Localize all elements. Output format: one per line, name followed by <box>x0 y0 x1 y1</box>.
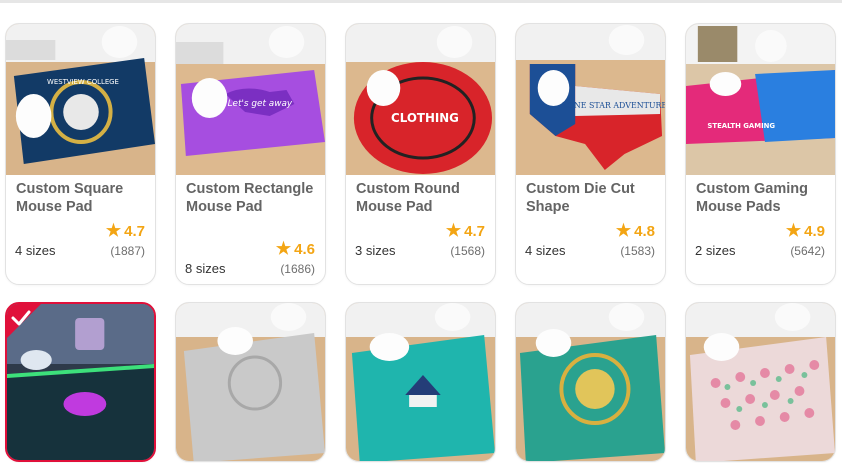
product-grid: WESTVIEW COLLEGE Custom Square Mouse Pad… <box>5 23 837 463</box>
product-card-gaming[interactable]: STEALTH GAMING Custom Gaming Mouse Pads … <box>685 23 836 285</box>
size-count: 3 sizes <box>355 243 396 258</box>
review-count: (1887) <box>110 244 145 258</box>
product-title[interactable]: Custom Gaming Mouse Pads <box>696 181 830 216</box>
star-icon: ★ <box>785 221 802 240</box>
selected-check-badge[interactable] <box>7 304 41 338</box>
product-image: CLOTHING <box>346 24 495 175</box>
product-rating: ★ 4.7 (1887) <box>105 221 145 258</box>
product-card-rgb-gaming[interactable] <box>5 302 156 462</box>
product-image: WESTVIEW COLLEGE <box>6 24 155 175</box>
review-count: (5642) <box>790 244 825 258</box>
product-image <box>176 303 325 461</box>
star-icon: ★ <box>615 221 632 240</box>
top-divider <box>0 0 842 3</box>
review-count: (1568) <box>450 244 485 258</box>
size-count: 8 sizes <box>185 261 226 276</box>
pad-text: CLOTHING <box>391 111 459 125</box>
star-icon: ★ <box>445 221 462 240</box>
product-title[interactable]: Custom Die Cut Shape <box>526 181 660 216</box>
product-image: LONE STAR ADVENTURE <box>516 24 665 175</box>
product-image: STEALTH GAMING <box>686 24 835 175</box>
pad-text: WESTVIEW COLLEGE <box>47 78 119 86</box>
product-rating: ★ 4.8 (1583) <box>615 221 655 258</box>
product-card-square[interactable]: WESTVIEW COLLEGE Custom Square Mouse Pad… <box>5 23 156 285</box>
product-card-round[interactable]: CLOTHING Custom Round Mouse Pad ★ 4.7 (15… <box>345 23 496 285</box>
product-title[interactable]: Custom Square Mouse Pad <box>16 181 150 216</box>
size-count: 4 sizes <box>15 243 56 258</box>
size-count: 4 sizes <box>525 243 566 258</box>
product-title[interactable]: Custom Round Mouse Pad <box>356 181 490 216</box>
product-card-teal[interactable] <box>345 302 496 462</box>
product-image <box>686 303 835 461</box>
product-rating: ★ 4.9 (5642) <box>785 221 825 258</box>
product-rating: ★ 4.7 (1568) <box>445 221 485 258</box>
star-icon: ★ <box>105 221 122 240</box>
product-card-gray[interactable] <box>175 302 326 462</box>
review-count: (1686) <box>280 262 315 276</box>
product-card-die-cut[interactable]: LONE STAR ADVENTURE Custom Die Cut Shape… <box>515 23 666 285</box>
product-card-rectangle[interactable]: Let's get away Custom Rectangle Mouse Pa… <box>175 23 326 285</box>
pad-text: STEALTH GAMING <box>707 122 775 130</box>
product-card-green-round[interactable] <box>515 302 666 462</box>
star-icon: ★ <box>275 239 292 258</box>
product-image: Let's get away <box>176 24 325 175</box>
product-image <box>516 303 665 461</box>
product-rating: ★ 4.6 (1686) <box>275 239 315 276</box>
product-title[interactable]: Custom Rectangle Mouse Pad <box>186 181 320 216</box>
product-card-pink-pattern[interactable] <box>685 302 836 462</box>
check-icon <box>7 304 41 338</box>
size-count: 2 sizes <box>695 243 736 258</box>
product-image <box>346 303 495 461</box>
pad-text: LONE STAR ADVENTURE <box>562 101 665 110</box>
pad-text: Let's get away <box>228 99 293 109</box>
review-count: (1583) <box>620 244 655 258</box>
